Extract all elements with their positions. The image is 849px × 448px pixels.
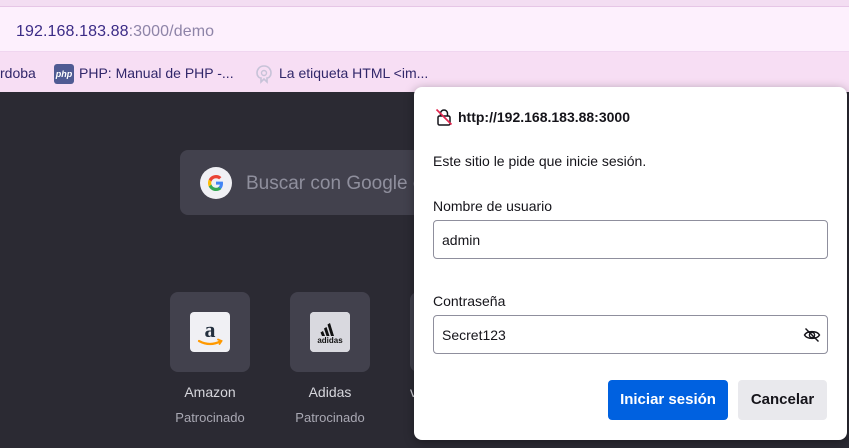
username-field[interactable]: admin xyxy=(433,220,828,259)
php-icon: php xyxy=(54,64,74,84)
tile-sponsored-amazon: Patrocinado xyxy=(175,410,245,425)
url-host: 192.168.183.88 xyxy=(16,23,129,40)
password-field[interactable]: Secret123 xyxy=(433,315,828,354)
tile-label-adidas: Adidas xyxy=(308,384,352,400)
address-bar[interactable]: 192.168.183.88:3000/demo xyxy=(0,7,849,52)
html-icon xyxy=(256,65,272,84)
auth-dialog: http://192.168.183.88:3000 Este sitio le… xyxy=(414,87,847,440)
svg-text:a: a xyxy=(205,317,216,342)
username-value: admin xyxy=(442,232,481,248)
bookmark-php-manual[interactable]: PHP: Manual de PHP -... xyxy=(79,65,234,81)
amazon-icon: a xyxy=(190,312,230,352)
password-label: Contraseña xyxy=(433,293,506,309)
shortcut-tile-adidas[interactable]: adidas xyxy=(290,292,370,372)
url-path: :3000/demo xyxy=(128,23,215,40)
bookmarks-toolbar: rdoba PHP: Manual de PHP -... La etiquet… xyxy=(0,52,849,92)
svg-text:adidas: adidas xyxy=(317,336,343,345)
dialog-origin: http://192.168.183.88:3000 xyxy=(458,109,630,125)
google-icon xyxy=(200,167,232,199)
username-label: Nombre de usuario xyxy=(433,198,553,214)
shortcut-tile-amazon[interactable]: a xyxy=(170,292,250,372)
password-value: Secret123 xyxy=(442,327,506,343)
dialog-message: Este sitio le pide que inicie sesión. xyxy=(433,153,647,169)
tile-sponsored-adidas: Patrocinado xyxy=(295,410,365,425)
tile-label-amazon: Amazon xyxy=(184,384,236,400)
bookmark-html-etiqueta[interactable]: La etiqueta HTML <im... xyxy=(279,65,428,81)
bookmark-cordoba[interactable]: rdoba xyxy=(0,65,36,81)
hide-password-icon[interactable] xyxy=(803,326,821,344)
search-placeholder: Buscar con Google o xyxy=(246,173,424,194)
url-text[interactable]: 192.168.183.88:3000/demo xyxy=(16,23,214,41)
adidas-icon: adidas xyxy=(310,312,350,352)
insecure-lock-icon xyxy=(435,108,453,126)
cancel-button[interactable]: Cancelar xyxy=(738,380,827,420)
window-top-strip xyxy=(0,0,849,7)
login-button[interactable]: Iniciar sesión xyxy=(608,380,728,420)
